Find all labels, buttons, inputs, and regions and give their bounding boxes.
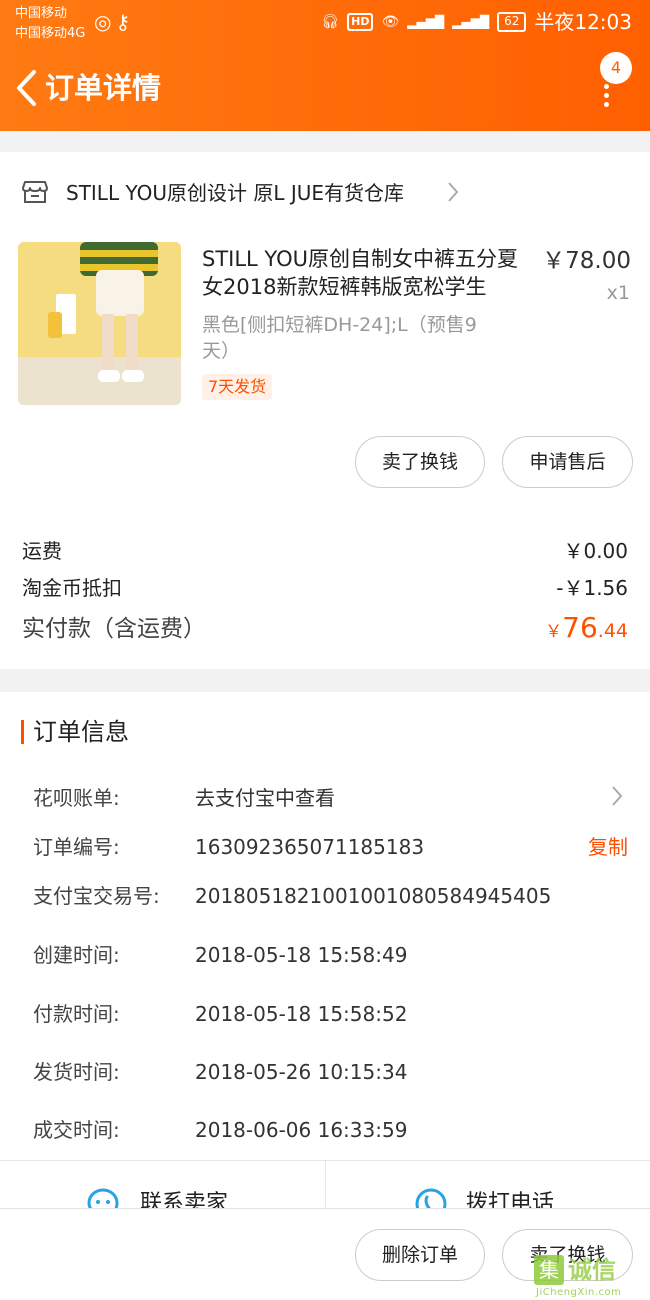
- info-label-huabei: 花呗账单:: [33, 786, 120, 810]
- product-photo-illustration: [18, 242, 181, 405]
- paid-amount-value: ￥76.44: [545, 611, 628, 644]
- nav-bar: 订单详情 4: [0, 46, 650, 131]
- coin-deduction-label: 淘金币抵扣: [22, 576, 122, 600]
- page-title: 订单详情: [45, 71, 162, 105]
- shop-row[interactable]: STILL YOU原创设计 原L JUE有货仓库: [0, 152, 650, 234]
- watermark-text: 诚信: [568, 1256, 616, 1284]
- store-icon: [22, 181, 48, 203]
- clock: 半夜12:03: [534, 10, 632, 34]
- info-value-completed: 2018-06-06 16:33:59: [195, 1118, 408, 1142]
- paid-decimal: .44: [597, 620, 628, 642]
- info-value-paid: 2018-05-18 15:58:52: [195, 1002, 408, 1026]
- info-value-shipped: 2018-05-26 10:15:34: [195, 1060, 408, 1084]
- coin-deduction-value: -￥1.56: [556, 576, 628, 600]
- info-value-created: 2018-05-18 15:58:49: [195, 943, 408, 967]
- delete-order-button[interactable]: 删除订单: [355, 1229, 485, 1281]
- hd-icon: HD: [347, 13, 374, 31]
- signal-4g-icon: ▂▄▆█: [452, 15, 490, 29]
- chevron-right-icon: [448, 182, 459, 202]
- headset-icon: 🎧︎: [321, 14, 340, 30]
- after-sale-button[interactable]: 申请售后: [502, 436, 633, 488]
- watermark-logo: 集 诚信 JiChengXin.com: [532, 1255, 650, 1300]
- bottom-action-bar: 删除订单 卖了换钱 集 诚信 JiChengXin.com: [0, 1208, 650, 1300]
- carrier-info: 中国移动 中国移动4G: [15, 4, 85, 44]
- section-title: 订单信息: [33, 718, 129, 746]
- info-label-alipay-no: 支付宝交易号:: [33, 884, 160, 908]
- battery-icon: 62: [497, 12, 527, 32]
- watermark-url: JiChengXin.com: [536, 1287, 622, 1298]
- shipping-tag: 7天发货: [202, 374, 273, 400]
- more-dots-icon: [604, 84, 610, 111]
- status-left-icons: ◎⚷: [94, 10, 134, 34]
- status-right: 🎧︎ HD 👁︎ ▂▄▆█ ▂▄▆█ 62 半夜12:03: [321, 8, 632, 36]
- info-value-huabei[interactable]: 去支付宝中查看: [195, 784, 335, 812]
- back-arrow-icon[interactable]: [14, 68, 40, 108]
- contact-seller-button[interactable]: 联系卖家: [0, 1161, 325, 1210]
- product-image[interactable]: [18, 242, 181, 405]
- contact-seller-label: 联系卖家: [140, 1191, 229, 1210]
- info-label-order-no: 订单编号:: [33, 835, 120, 859]
- paid-amount-label: 实付款（含运费）: [22, 616, 206, 642]
- phone-icon: [415, 1188, 447, 1210]
- paid-currency: ￥: [545, 622, 563, 642]
- section-accent-bar: [21, 720, 24, 744]
- signal-icon: ▂▄▆█: [407, 15, 445, 29]
- product-quantity: x1: [606, 282, 630, 304]
- more-menu-button[interactable]: 4: [588, 52, 632, 112]
- info-label-created: 创建时间:: [33, 943, 120, 967]
- info-value-alipay-no: 2018051821001001080584945405: [195, 884, 552, 908]
- order-card: STILL YOU原创设计 原L JUE有货仓库 STILL YOU原创自制女中…: [0, 152, 650, 669]
- product-price: ￥78.00: [542, 248, 631, 274]
- eye-icon: 👁︎: [381, 14, 400, 30]
- carrier-1: 中国移动: [15, 6, 68, 21]
- shop-name: STILL YOU原创设计 原L JUE有货仓库: [66, 181, 404, 205]
- app-header: 中国移动 中国移动4G ◎⚷ 🎧︎ HD 👁︎ ▂▄▆█ ▂▄▆█ 62 半夜1…: [0, 0, 650, 131]
- call-phone-label: 拨打电话: [466, 1191, 555, 1210]
- call-phone-button[interactable]: 拨打电话: [325, 1161, 650, 1210]
- product-sku: 黑色[侧扣短裤DH-24];L（预售9天）: [202, 314, 477, 362]
- info-label-completed: 成交时间:: [33, 1118, 120, 1142]
- product-title[interactable]: STILL YOU原创自制女中裤五分夏女2018新款短裤韩版宽松学生: [202, 245, 532, 301]
- notification-badge: 4: [600, 52, 632, 84]
- paid-integer: 76: [562, 611, 598, 644]
- chevron-right-icon[interactable]: [610, 784, 624, 808]
- chat-icon: [87, 1188, 119, 1210]
- key-icon: ⚷: [115, 10, 135, 34]
- info-label-shipped: 发货时间:: [33, 1060, 120, 1084]
- order-info-card: 订单信息 花呗账单: 去支付宝中查看 订单编号: 163092365071185…: [0, 692, 650, 1162]
- shipping-fee-value: ￥0.00: [563, 539, 628, 563]
- sell-for-cash-button[interactable]: 卖了换钱: [355, 436, 485, 488]
- hotspot-icon: ◎: [94, 10, 116, 34]
- shipping-fee-label: 运费: [22, 539, 62, 563]
- info-label-paid: 付款时间:: [33, 1002, 120, 1026]
- watermark-mark: 集: [534, 1255, 564, 1285]
- contact-row: 联系卖家 拨打电话: [0, 1160, 650, 1210]
- info-value-order-no: 163092365071185183: [195, 835, 425, 859]
- copy-button[interactable]: 复制: [588, 833, 628, 861]
- status-bar: 中国移动 中国移动4G ◎⚷ 🎧︎ HD 👁︎ ▂▄▆█ ▂▄▆█ 62 半夜1…: [0, 0, 650, 46]
- carrier-2: 中国移动4G: [15, 26, 86, 41]
